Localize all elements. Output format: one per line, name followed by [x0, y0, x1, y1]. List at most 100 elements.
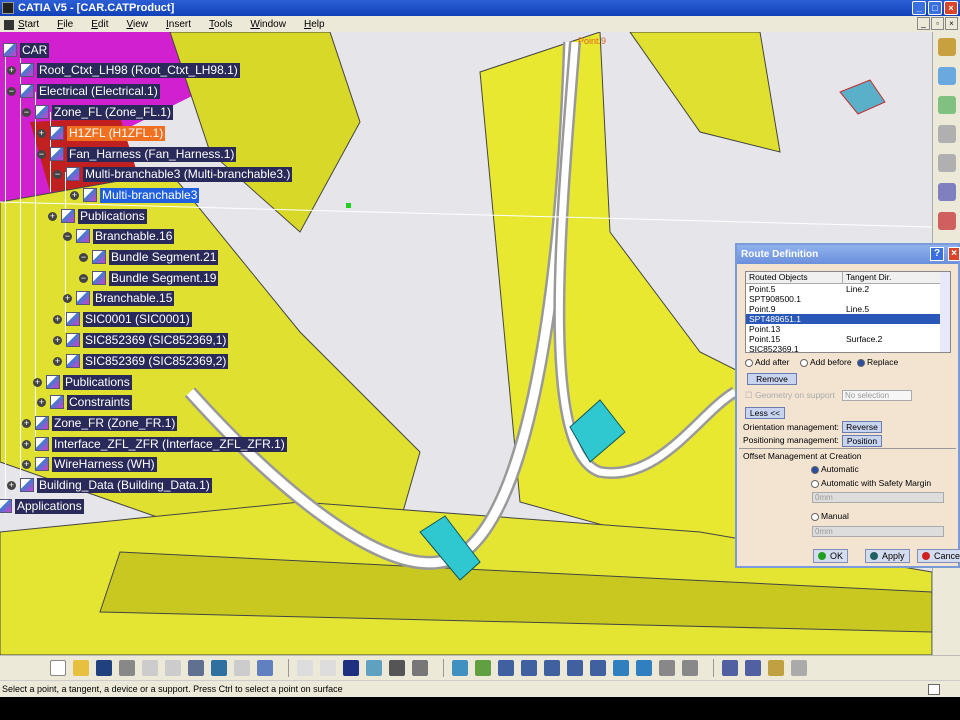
maximize-button[interactable]: □ — [928, 1, 942, 15]
menu-view[interactable]: View — [126, 19, 148, 30]
tree-expand-toggle[interactable]: − — [63, 232, 72, 241]
new-icon[interactable] — [50, 660, 66, 676]
tree-expand-toggle[interactable]: + — [33, 378, 42, 387]
update-icon[interactable] — [791, 660, 807, 676]
list-row[interactable]: Point.13 — [746, 324, 950, 334]
offset-safety-margin[interactable]: Automatic with Safety Margin — [811, 478, 931, 488]
doc-minimize-button[interactable]: _ — [917, 17, 930, 30]
tree-node[interactable]: Electrical (Electrical.1) — [37, 84, 160, 99]
tree-node[interactable]: Fan_Harness (Fan_Harness.1) — [67, 147, 237, 162]
hide-show-icon[interactable] — [659, 660, 675, 676]
tree-node[interactable]: Bundle Segment.19 — [109, 271, 219, 286]
tree-node[interactable]: SIC0001 (SIC0001) — [83, 312, 192, 327]
radio-add-before[interactable] — [800, 358, 808, 367]
wire-icon[interactable] — [938, 183, 956, 201]
rotate-icon[interactable] — [521, 660, 537, 676]
catalog-icon[interactable] — [412, 660, 428, 676]
tree-node[interactable]: Building_Data (Building_Data.1) — [37, 478, 212, 493]
undo-icon[interactable] — [211, 660, 227, 676]
menu-file[interactable]: File — [57, 19, 73, 30]
tree-node[interactable]: Applications — [15, 499, 84, 514]
tree-expand-toggle[interactable]: + — [22, 440, 31, 449]
device-icon[interactable] — [768, 660, 784, 676]
menu-help[interactable]: Help — [304, 19, 325, 30]
support-selection-field[interactable]: No selection — [842, 390, 912, 401]
doc-close-button[interactable]: × — [945, 17, 958, 30]
tree-node[interactable]: Multi-branchable3 — [100, 188, 200, 203]
tree-node[interactable]: Interface_ZFL_ZFR (Interface_ZFL_ZFR.1) — [52, 437, 287, 452]
list-row[interactable]: Point.9 Line.5 — [746, 304, 950, 314]
swap-visible-icon[interactable] — [682, 660, 698, 676]
tree-expand-toggle[interactable]: + — [37, 398, 46, 407]
tree-expand-toggle[interactable]: − — [37, 150, 46, 159]
tree-icon[interactable] — [366, 660, 382, 676]
position-button[interactable]: Position — [842, 435, 882, 447]
geometry-on-support-checkbox[interactable]: ☐ Geometry on support — [745, 390, 835, 401]
tree-node[interactable]: CAR — [20, 43, 50, 58]
dialog-close-button[interactable]: × — [948, 247, 960, 261]
cut-icon[interactable] — [142, 660, 158, 676]
protective-covering-icon[interactable] — [938, 154, 956, 172]
electrical-icon[interactable] — [722, 660, 738, 676]
tree-expand-toggle[interactable]: + — [7, 66, 16, 75]
mode-replace[interactable]: Replace — [857, 357, 898, 367]
tree-expand-toggle[interactable]: − — [7, 87, 16, 96]
apply-button[interactable]: Apply — [865, 549, 910, 563]
radio-automatic[interactable] — [811, 465, 819, 474]
tree-expand-toggle[interactable]: − — [53, 170, 62, 179]
tree-node[interactable]: WireHarness (WH) — [52, 457, 157, 472]
column-routed-objects[interactable]: Routed Objects — [746, 272, 843, 283]
close-button[interactable]: × — [944, 1, 958, 15]
command-input[interactable] — [928, 684, 940, 695]
tree-expand-toggle[interactable]: + — [70, 191, 79, 200]
menu-insert[interactable]: Insert — [166, 19, 191, 30]
tree-node[interactable]: SIC852369 (SIC852369,2) — [83, 354, 229, 369]
tree-expand-toggle[interactable]: − — [79, 274, 88, 283]
tree-expand-toggle[interactable]: + — [53, 336, 62, 345]
harness-icon[interactable] — [745, 660, 761, 676]
fit-all-icon[interactable] — [475, 660, 491, 676]
menu-start[interactable]: Start — [4, 19, 39, 30]
tree-expand-toggle[interactable]: + — [53, 315, 62, 324]
open-icon[interactable] — [73, 660, 89, 676]
less-button[interactable]: Less << — [745, 407, 785, 419]
tree-node[interactable]: Zone_FR (Zone_FR.1) — [52, 416, 178, 431]
radio-safety-margin[interactable] — [811, 479, 819, 488]
menu-window[interactable]: Window — [250, 19, 286, 30]
tree-expand-toggle[interactable]: + — [22, 460, 31, 469]
list-row[interactable]: SIC852369,1 — [746, 344, 950, 352]
table-icon[interactable] — [343, 660, 359, 676]
mode-add-after[interactable]: Add after — [745, 357, 790, 367]
tree-node[interactable]: Multi-branchable3 (Multi-branchable3.) — [83, 167, 293, 182]
tree-node[interactable]: Branchable.16 — [93, 229, 175, 244]
tree-expand-toggle[interactable]: + — [37, 129, 46, 138]
tree-expand-toggle[interactable]: + — [53, 357, 62, 366]
ok-button[interactable]: OK — [813, 549, 849, 563]
tree-node[interactable]: Constraints — [67, 395, 132, 410]
tree-node[interactable]: H1ZFL (H1ZFL.1) — [67, 126, 166, 141]
formula-icon[interactable] — [297, 660, 313, 676]
comment-icon[interactable] — [320, 660, 336, 676]
list-row[interactable]: Point.5 Line.2 — [746, 284, 950, 294]
tree-node[interactable]: Bundle Segment.21 — [109, 250, 219, 265]
mode-add-before[interactable]: Add before — [800, 357, 852, 367]
print-icon[interactable] — [119, 660, 135, 676]
tree-expand-toggle[interactable]: − — [79, 253, 88, 262]
cancel-button[interactable]: Cancel — [917, 549, 960, 563]
render-style-icon[interactable] — [636, 660, 652, 676]
normal-view-icon[interactable] — [590, 660, 606, 676]
margin-field[interactable]: 0mm — [812, 492, 944, 503]
tree-node[interactable]: Publications — [63, 375, 132, 390]
list-row[interactable]: Point.15 Surface.2 — [746, 334, 950, 344]
doc-restore-button[interactable]: ▫ — [931, 17, 944, 30]
tree-expand-toggle[interactable]: + — [7, 481, 16, 490]
connection-icon[interactable] — [938, 212, 956, 230]
tree-node[interactable]: SIC852369 (SIC852369,1) — [83, 333, 229, 348]
zoom-in-icon[interactable] — [544, 660, 560, 676]
manual-offset-field[interactable]: 0mm — [812, 526, 944, 537]
whats-this-icon[interactable] — [257, 660, 273, 676]
save-icon[interactable] — [96, 660, 112, 676]
tree-expand-toggle[interactable]: − — [22, 108, 31, 117]
tree-node[interactable]: Root_Ctxt_LH98 (Root_Ctxt_LH98.1) — [37, 63, 240, 78]
list-row[interactable]: SPT489651.1 — [746, 314, 950, 324]
